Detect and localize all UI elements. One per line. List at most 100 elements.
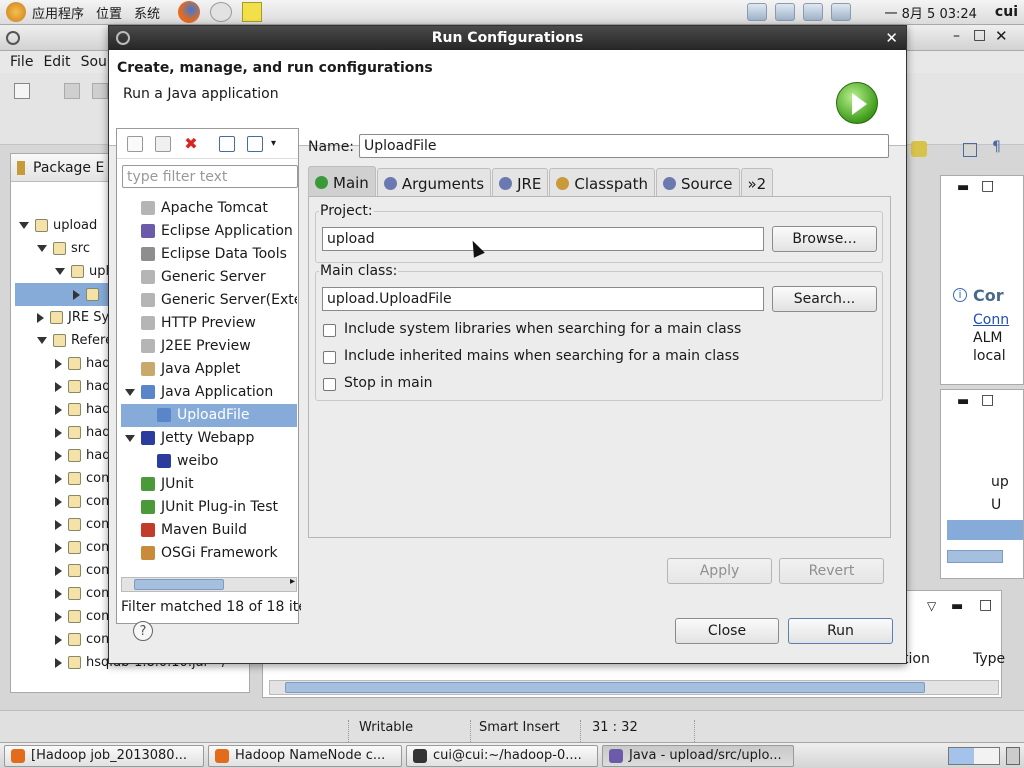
bottom-hscroll-thumb[interactable] <box>285 682 925 693</box>
include-inherited-mains-checkbox[interactable] <box>323 351 336 364</box>
user-name[interactable]: cui <box>995 4 1018 20</box>
include-system-libraries-label[interactable]: Include system libraries when searching … <box>344 321 741 337</box>
expand-down-icon[interactable] <box>55 268 65 275</box>
expand-down-icon[interactable] <box>19 222 29 229</box>
column-header[interactable]: tion <box>903 651 930 667</box>
main-class-field[interactable]: upload.UploadFile <box>322 287 764 311</box>
clock[interactable]: 一 8月 5 03:24 <box>885 3 977 22</box>
expand-down-icon[interactable] <box>37 337 47 344</box>
config-item[interactable]: HTTP Preview <box>121 312 297 335</box>
expand-right-icon[interactable] <box>55 588 62 599</box>
collapse-all-icon[interactable] <box>219 135 235 152</box>
config-item[interactable]: Jetty Webapp <box>121 427 297 450</box>
project-field[interactable]: upload <box>322 227 764 251</box>
pilcrow-icon[interactable]: ¶ <box>992 139 1001 155</box>
brush-icon[interactable] <box>911 141 927 157</box>
column-header[interactable]: Type <box>973 651 1005 667</box>
menu-applications[interactable]: 应用程序 <box>32 3 84 22</box>
config-item[interactable]: JUnit <box>121 473 297 496</box>
minimize-icon[interactable]: ▬ <box>951 599 963 614</box>
new-icon[interactable] <box>14 83 30 99</box>
maximize-icon[interactable]: □ <box>979 597 992 613</box>
gnome-foot-icon[interactable] <box>6 2 26 22</box>
duplicate-config-icon[interactable] <box>155 135 171 152</box>
config-item[interactable]: Java Applet <box>121 358 297 381</box>
maximize-icon[interactable]: □ <box>973 27 986 43</box>
expand-down-icon[interactable] <box>37 245 47 252</box>
menu-file[interactable]: File <box>10 54 33 70</box>
close-icon[interactable]: ✕ <box>995 27 1008 45</box>
config-item[interactable]: J2EE Preview <box>121 335 297 358</box>
delete-config-icon[interactable]: ✖ <box>183 135 199 152</box>
taskbar-item[interactable]: Hadoop NameNode c... <box>208 744 402 767</box>
volume-tray-icon[interactable] <box>774 3 795 21</box>
taskbar-item[interactable]: cui@cui:~/hadoop-0.... <box>406 744 598 767</box>
expand-right-icon[interactable] <box>55 634 62 645</box>
menu-source[interactable]: Sou <box>81 54 107 70</box>
config-item[interactable]: Eclipse Data Tools <box>121 243 297 266</box>
trash-icon[interactable] <box>1006 746 1020 765</box>
firefox-launcher-icon[interactable] <box>178 1 201 23</box>
save-icon[interactable] <box>64 83 80 99</box>
minimize-icon[interactable]: ▬ <box>957 394 969 409</box>
scroll-right-icon[interactable]: ▸ <box>290 576 295 587</box>
expand-right-icon[interactable] <box>55 427 62 438</box>
expand-right-icon[interactable] <box>55 565 62 576</box>
config-item[interactable]: Generic Server(Exter <box>121 289 297 312</box>
filter-config-icon[interactable] <box>247 135 263 152</box>
config-item[interactable]: Maven Build <box>121 519 297 542</box>
workspace-tray-icon[interactable] <box>830 3 851 21</box>
tab-jre[interactable]: JRE <box>492 168 549 198</box>
config-item[interactable]: UploadFile <box>121 404 297 427</box>
outline-selection[interactable] <box>947 520 1023 540</box>
config-hscroll[interactable]: ▸ <box>121 576 297 592</box>
display-tray-icon[interactable] <box>802 3 823 21</box>
config-hscroll-thumb[interactable] <box>134 579 224 590</box>
run-button[interactable]: Run <box>788 618 893 644</box>
expand-right-icon[interactable] <box>55 519 62 530</box>
workspace-switcher[interactable] <box>948 746 1000 765</box>
tab-arguments[interactable]: Arguments <box>376 168 492 198</box>
layout-icon[interactable] <box>963 143 977 157</box>
close-icon[interactable]: ✕ <box>885 29 898 47</box>
config-item[interactable]: Generic Server <box>121 266 297 289</box>
expand-right-icon[interactable] <box>55 611 62 622</box>
expand-right-icon[interactable] <box>55 358 62 369</box>
taskbar-item[interactable]: [Hadoop job_2013080... <box>4 744 204 767</box>
apply-button[interactable]: Apply <box>667 558 772 584</box>
dialog-titlebar[interactable]: Run Configurations ✕ <box>109 26 906 50</box>
expand-right-icon[interactable] <box>73 289 80 300</box>
expand-right-icon[interactable] <box>55 381 62 392</box>
tab-classpath[interactable]: Classpath <box>549 168 655 198</box>
outline-item[interactable]: U <box>991 497 1001 513</box>
expand-right-icon[interactable] <box>55 473 62 484</box>
expand-down-icon[interactable] <box>125 435 135 442</box>
view-link[interactable]: Conn <box>973 312 1009 328</box>
mail-launcher-icon[interactable] <box>210 2 233 22</box>
outline-hscroll[interactable] <box>947 550 1003 563</box>
revert-button[interactable]: Revert <box>779 558 884 584</box>
network-tray-icon[interactable] <box>746 3 767 21</box>
config-item[interactable]: OSGi Framework <box>121 542 297 565</box>
menu-edit[interactable]: Edit <box>43 54 70 70</box>
minimize-icon[interactable]: ▬ <box>957 180 969 195</box>
outline-item[interactable]: up <box>991 474 1009 490</box>
config-item[interactable]: Java Application <box>121 381 297 404</box>
chevron-down-icon[interactable]: ▾ <box>271 138 276 149</box>
new-config-icon[interactable] <box>127 135 143 152</box>
filter-input[interactable]: type filter text <box>122 165 298 188</box>
config-item[interactable]: JUnit Plug-in Test <box>121 496 297 519</box>
view-menu-icon[interactable]: ▽ <box>927 599 936 613</box>
expand-right-icon[interactable] <box>37 312 44 323</box>
stop-in-main-label[interactable]: Stop in main <box>344 375 432 391</box>
stop-in-main-checkbox[interactable] <box>323 378 336 391</box>
expand-right-icon[interactable] <box>55 496 62 507</box>
maximize-icon[interactable]: □ <box>981 392 994 408</box>
menu-places[interactable]: 位置 <box>96 3 122 22</box>
tab-main[interactable]: Main <box>308 166 376 198</box>
expand-right-icon[interactable] <box>55 657 62 668</box>
include-system-libraries-checkbox[interactable] <box>323 324 336 337</box>
help-icon[interactable]: ? <box>133 621 153 641</box>
expand-right-icon[interactable] <box>55 450 62 461</box>
expand-down-icon[interactable] <box>125 389 135 396</box>
